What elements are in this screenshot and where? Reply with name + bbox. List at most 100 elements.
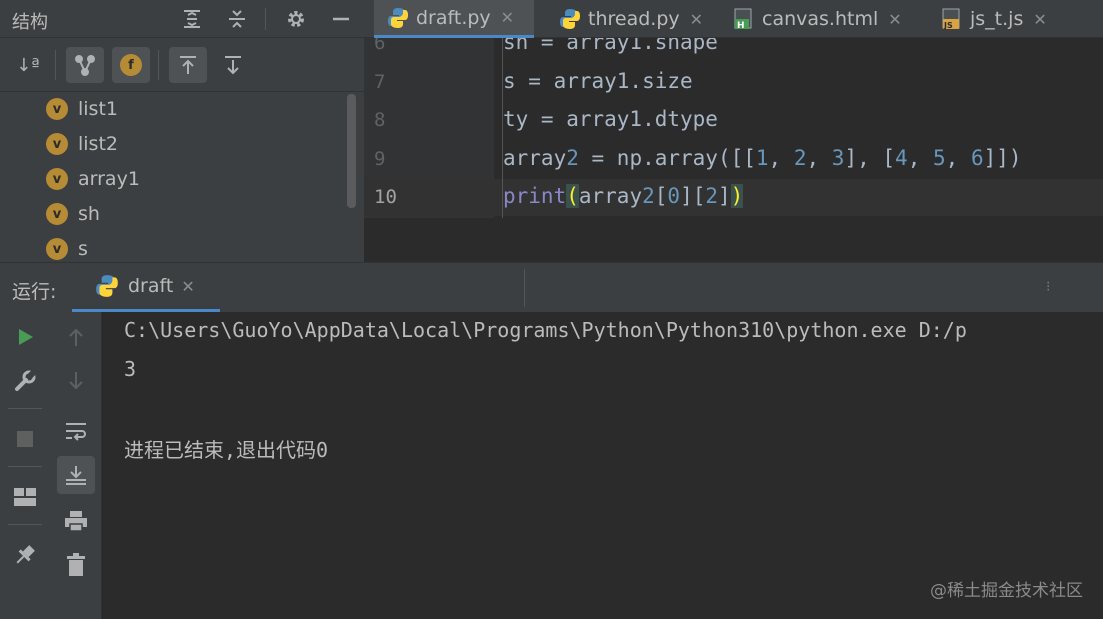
structure-item-label: s <box>78 238 88 260</box>
tab-canvas-html[interactable]: H canvas.html ✕ <box>728 0 928 38</box>
close-icon[interactable]: ✕ <box>1033 10 1046 29</box>
console-line: 3 <box>124 357 137 381</box>
more-options-icon[interactable]: ⁝ <box>1046 279 1050 295</box>
print-button[interactable] <box>57 502 95 540</box>
console-line: C:\Users\GuoYo\AppData\Local\Programs\Py… <box>124 318 967 342</box>
show-inherited-button[interactable] <box>66 47 104 83</box>
tab-label: canvas.html <box>762 8 879 30</box>
printer-icon <box>65 511 87 532</box>
variable-icon: v <box>46 203 68 225</box>
structure-item[interactable]: v list2 <box>46 129 118 159</box>
restore-layout-button[interactable] <box>6 478 44 516</box>
play-icon <box>19 329 33 345</box>
structure-item-label: array1 <box>78 168 140 190</box>
code-line: ty = array1.dtype <box>503 107 718 131</box>
watermark: @稀土掘金技术社区 <box>930 581 1083 601</box>
clear-all-button[interactable] <box>57 546 95 584</box>
gear-icon[interactable] <box>283 6 309 32</box>
run-tab-label: draft <box>128 275 174 297</box>
close-icon[interactable]: ✕ <box>181 277 194 296</box>
code-line: print(array2[0][2]) <box>503 184 744 208</box>
trash-icon <box>67 553 85 576</box>
run-header: 运行: draft ✕ ⁝ <box>0 262 1103 313</box>
structure-toolbar: ↓ª f <box>0 38 364 92</box>
variable-icon: v <box>46 168 68 190</box>
hierarchy-icon <box>75 55 95 76</box>
line-number: 9 <box>374 148 386 170</box>
pin-icon <box>16 545 35 564</box>
arrow-up-icon <box>69 328 83 346</box>
close-icon[interactable]: ✕ <box>501 8 514 27</box>
variable-icon: v <box>46 133 68 155</box>
structure-item-label: list1 <box>78 98 118 120</box>
run-header-divider <box>524 269 525 307</box>
variable-icon: v <box>46 98 68 120</box>
soft-wrap-icon <box>66 423 86 441</box>
layout-icon <box>14 488 36 506</box>
scroll-from-source-button[interactable] <box>169 47 207 83</box>
structure-item[interactable]: v sh <box>46 199 100 229</box>
arrow-down-icon <box>69 372 83 390</box>
structure-item[interactable]: v list1 <box>46 94 118 124</box>
scroll-to-end-button[interactable] <box>57 456 95 494</box>
console-output[interactable]: C:\Users\GuoYo\AppData\Local\Programs\Py… <box>102 312 1103 619</box>
line-number: 6 <box>374 38 386 54</box>
python-file-icon <box>388 7 408 28</box>
structure-item[interactable]: v s <box>46 234 88 264</box>
structure-item-label: list2 <box>78 133 118 155</box>
python-icon <box>96 275 118 297</box>
structure-title: 结构 <box>12 12 48 33</box>
tab-thread-py[interactable]: thread.py ✕ <box>546 0 716 38</box>
wrench-icon <box>15 369 37 391</box>
line-number: 7 <box>374 71 386 93</box>
structure-list: v list1 v list2 v array1 v sh v s <box>0 92 346 262</box>
run-toolbar-left <box>0 312 50 619</box>
scroll-to-end-icon <box>66 466 86 485</box>
toolbar-divider <box>158 50 159 80</box>
html-file-icon: H <box>734 8 752 31</box>
line-number: 10 <box>374 186 397 208</box>
tab-draft-py[interactable]: draft.py ✕ <box>374 0 534 38</box>
structure-header: 结构 <box>0 0 364 38</box>
structure-item[interactable]: v array1 <box>46 164 140 194</box>
header-divider <box>265 8 266 30</box>
close-icon[interactable]: ✕ <box>888 10 901 29</box>
sort-alpha-icon: ↓ª <box>16 54 40 76</box>
show-fields-button[interactable]: f <box>112 47 150 83</box>
minimize-icon[interactable] <box>328 6 354 32</box>
svg-text:H: H <box>737 21 745 31</box>
edit-config-button[interactable] <box>6 362 44 400</box>
tab-js-t-js[interactable]: JS js_t.js ✕ <box>936 0 1086 38</box>
close-icon[interactable]: ✕ <box>690 10 703 29</box>
pin-tab-button[interactable] <box>6 536 44 574</box>
code-editor[interactable]: 6 7 8 9 10 sh = array1.shape s = array1.… <box>364 38 1103 262</box>
js-file-icon: JS <box>942 8 960 30</box>
soft-wrap-button[interactable] <box>57 412 95 450</box>
toolbar-divider <box>8 524 42 525</box>
next-occurrence-button[interactable] <box>57 362 95 400</box>
code-line: s = array1.size <box>503 69 693 93</box>
structure-panel: 结构 ↓ª f v list1 v list2 v array1 v sh v … <box>0 0 364 262</box>
stop-button[interactable] <box>6 420 44 458</box>
arrow-up-bar-icon <box>180 56 196 74</box>
stop-icon <box>17 431 33 447</box>
previous-occurrence-button[interactable] <box>57 318 95 356</box>
run-label: 运行: <box>12 281 57 303</box>
sort-alpha-button[interactable]: ↓ª <box>9 47 47 83</box>
code-line: sh = array1.shape <box>503 38 718 54</box>
tab-label: js_t.js <box>970 8 1024 30</box>
expand-all-icon[interactable] <box>179 6 205 32</box>
structure-scrollbar[interactable] <box>347 94 356 208</box>
code-line: array2 = np.array([[1, 2, 3], [4, 5, 6]]… <box>503 146 1022 170</box>
scroll-to-source-button[interactable] <box>214 47 252 83</box>
field-icon: f <box>120 54 142 76</box>
run-toolbar-right <box>50 312 102 619</box>
tab-label: draft.py <box>416 6 491 29</box>
run-tab-draft[interactable]: draft ✕ <box>72 263 220 313</box>
collapse-all-icon[interactable] <box>224 6 250 32</box>
toolbar-divider <box>8 408 42 409</box>
python-file-icon <box>560 9 580 29</box>
console-line: 进程已结束,退出代码0 <box>124 438 329 462</box>
line-number: 8 <box>374 109 386 131</box>
rerun-button[interactable] <box>6 318 44 356</box>
